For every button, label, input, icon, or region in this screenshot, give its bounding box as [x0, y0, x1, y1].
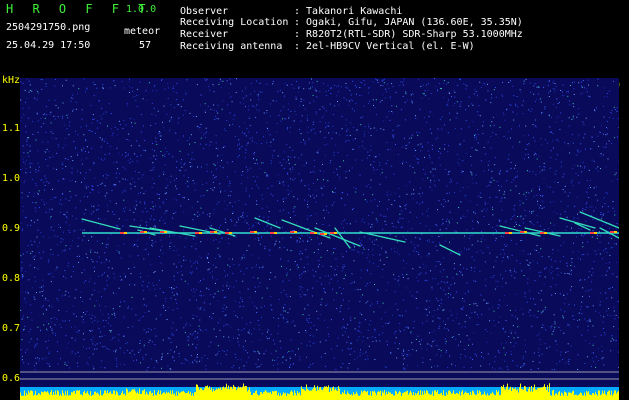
- app-version: 1.0.0: [126, 4, 157, 15]
- y-tick-0-7: 0.7: [2, 323, 21, 334]
- file-name: 2504291750.png: [6, 22, 91, 33]
- y-axis-unit: kHz: [2, 75, 21, 86]
- spectrogram: [20, 78, 619, 400]
- meteor-count-label: meteor: [124, 26, 161, 37]
- antenna-value: : 2el-HB9CV Vertical (el. E-W): [294, 41, 475, 52]
- meteor-count-value: 57: [139, 40, 152, 51]
- y-tick-0-8: 0.8: [2, 273, 21, 284]
- timestamp: 25.04.29 17:50: [6, 40, 91, 51]
- y-tick-0-9: 0.9: [2, 223, 21, 234]
- y-tick-1-0: 1.0: [2, 173, 21, 184]
- receiver-value: : R820T2(RTL-SDR) SDR-Sharp 53.1000MHz: [294, 29, 523, 40]
- y-tick-0-6: 0.6: [2, 373, 21, 384]
- y-tick-1-1: 1.1: [2, 123, 21, 134]
- spectrogram-canvas: [20, 78, 619, 400]
- header: H R O F F T 1.0.0 2504291750.png 25.04.2…: [0, 0, 629, 72]
- antenna-label: Receiving antenna: [180, 41, 283, 52]
- location-label: Receiving Location: [180, 17, 289, 28]
- receiver-label: Receiver: [180, 29, 229, 40]
- location-value: : Ogaki, Gifu, JAPAN (136.60E, 35.35N): [294, 17, 523, 28]
- spectrogram-background: [20, 78, 619, 400]
